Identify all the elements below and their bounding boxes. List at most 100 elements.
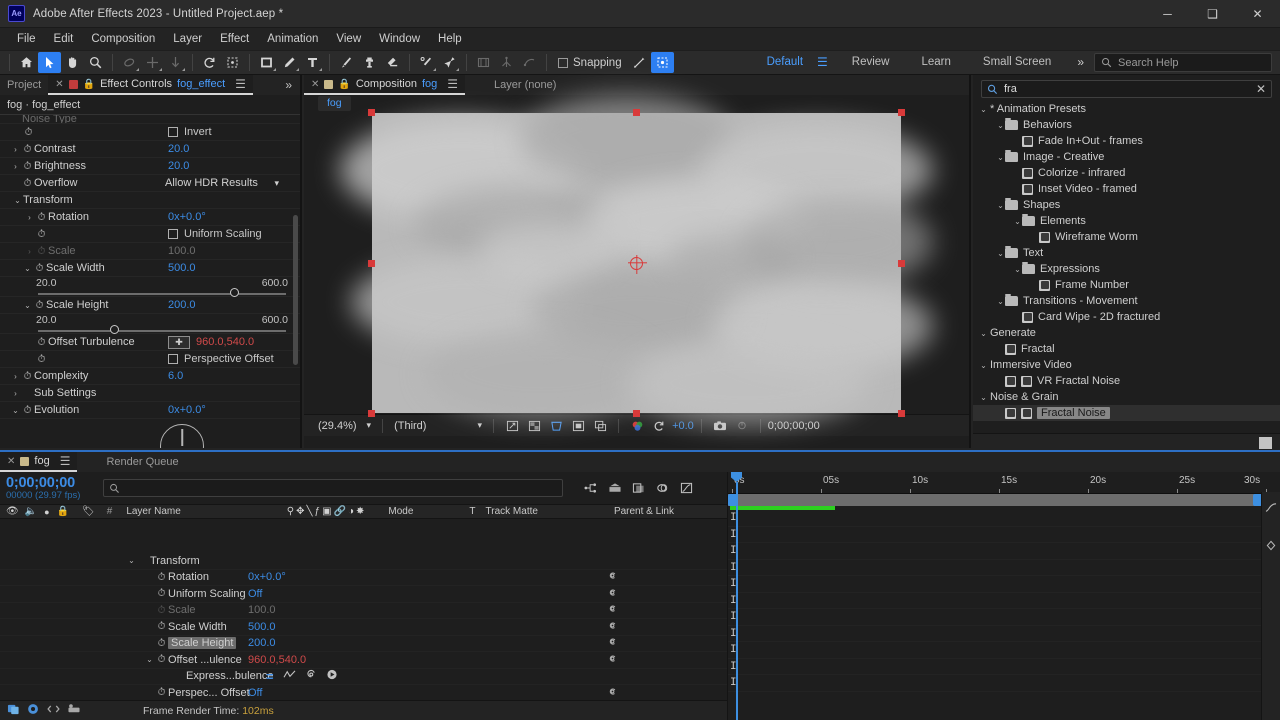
clone-stamp-tool-icon[interactable] <box>358 52 381 73</box>
ec-row-invert[interactable]: ⏱ Invert <box>0 124 300 141</box>
timeline-property-value[interactable]: 0x+0.0° <box>248 571 286 583</box>
menu-animation[interactable]: Animation <box>258 28 327 50</box>
audio-icon[interactable]: 🔈 <box>25 506 37 517</box>
pickwhip-icon[interactable] <box>305 669 317 683</box>
menu-edit[interactable]: Edit <box>45 28 83 50</box>
timeline-track-row[interactable]: I <box>728 626 1280 642</box>
offset-turbulence-picker-icon[interactable]: ✚ <box>168 335 190 349</box>
selection-handle-bc[interactable] <box>633 410 640 417</box>
effects-tree-item[interactable]: Colorize - infrared <box>973 165 1280 181</box>
anchor-point-icon[interactable] <box>630 256 643 270</box>
parent-pickwhip-icon[interactable] <box>607 620 618 634</box>
chevron-right-icon[interactable]: › <box>10 389 21 398</box>
expression-graph-icon[interactable] <box>283 669 296 683</box>
timeline-property-value[interactable]: 960.0,540.0 <box>248 654 306 666</box>
orbit-tool-icon[interactable] <box>198 52 221 73</box>
comp-render-icon[interactable] <box>67 703 81 718</box>
timeline-track-rows[interactable]: IIIIIIIIIII <box>728 510 1280 692</box>
workspace-menu-icon[interactable]: ☰ <box>809 50 836 75</box>
puppet-bend-icon[interactable] <box>518 52 541 73</box>
new-folder-icon[interactable] <box>1259 437 1272 449</box>
slider-knob[interactable] <box>110 325 119 334</box>
chevron-down-icon[interactable]: ⌄ <box>996 249 1005 258</box>
hand-tool-icon[interactable] <box>61 52 84 73</box>
stopwatch-icon[interactable]: ⏱ <box>21 178 34 189</box>
eraser-tool-icon[interactable] <box>381 52 404 73</box>
timeline-property-row[interactable]: ⏱ Scale Height 200.0 <box>0 636 727 652</box>
effects-tree-item[interactable]: ⌄ Behaviors <box>973 117 1280 133</box>
effects-tree-item[interactable]: Wireframe Worm <box>973 229 1280 245</box>
selection-handle-tl[interactable] <box>368 109 375 116</box>
stopwatch-icon[interactable]: ⏱ <box>155 638 168 649</box>
effects-tree-item[interactable]: ⌄ Noise & Grain <box>973 389 1280 405</box>
invert-checkbox[interactable] <box>168 127 178 137</box>
timeline-track-row[interactable]: I <box>728 543 1280 560</box>
menu-composition[interactable]: Composition <box>82 28 164 50</box>
layer-name-header[interactable]: Layer Name <box>126 506 180 517</box>
timeline-property-value[interactable]: 500.0 <box>248 621 276 633</box>
contrast-value[interactable]: 20.0 <box>168 143 189 155</box>
views-grid-icon[interactable] <box>590 417 610 434</box>
panel-menu-icon[interactable]: ☰ <box>60 454 71 468</box>
stopwatch-icon[interactable]: ⏱ <box>33 300 46 311</box>
uniform-scaling-checkbox-group[interactable]: Uniform Scaling <box>168 228 262 240</box>
chevron-down-icon[interactable]: ⌄ <box>1013 217 1022 226</box>
ec-row-offset-turbulence[interactable]: ⏱ Offset Turbulence ✚ 960.0,540.0 <box>0 334 300 351</box>
effects-tree-item[interactable]: ⌄ Generate <box>973 325 1280 341</box>
timeline-track-row[interactable]: I <box>728 675 1280 692</box>
puppet-starch-icon[interactable] <box>495 52 518 73</box>
cti-head[interactable] <box>731 472 742 482</box>
lock-icon[interactable]: 🔒 <box>338 79 350 90</box>
stopwatch-icon[interactable]: ⏱ <box>22 127 35 138</box>
hide-shy-layers-icon[interactable] <box>628 479 649 497</box>
stopwatch-icon[interactable]: ⏱ <box>155 572 168 583</box>
stopwatch-icon[interactable]: ⏱ <box>21 371 34 382</box>
tab-render-queue[interactable]: Render Queue <box>99 452 185 472</box>
zoom-tool-icon[interactable] <box>84 52 107 73</box>
mode-header[interactable]: Mode <box>388 506 413 517</box>
menu-layer[interactable]: Layer <box>164 28 211 50</box>
stopwatch-icon[interactable]: ⏱ <box>35 337 48 348</box>
channel-color-icon[interactable] <box>627 417 647 434</box>
perspective-offset-checkbox[interactable] <box>168 354 178 364</box>
effects-search-field[interactable]: ✕ <box>981 80 1272 98</box>
zoom-level-dropdown[interactable]: (29.4%) ▾ <box>314 420 375 432</box>
timeline-property-value[interactable]: Off <box>248 687 262 699</box>
close-icon[interactable]: ✕ <box>311 79 319 90</box>
selection-handle-ml[interactable] <box>368 259 375 267</box>
workspace-overflow-icon[interactable]: » <box>1067 50 1094 75</box>
menu-window[interactable]: Window <box>370 28 429 50</box>
chevron-down-icon[interactable]: ⌄ <box>979 361 988 370</box>
timeline-track-row[interactable]: I <box>728 642 1280 659</box>
chevron-down-icon[interactable]: ⌄ <box>10 406 21 415</box>
ec-row-brightness[interactable]: › ⏱ Brightness 20.0 <box>0 158 300 175</box>
track-matte-header[interactable]: Track Matte <box>486 506 538 517</box>
evolution-value[interactable]: 0x+0.0° <box>168 404 206 416</box>
scale-height-value[interactable]: 200.0 <box>168 299 196 311</box>
effects-tree-item[interactable]: ⌄ Immersive Video <box>973 357 1280 373</box>
brush-tool-icon[interactable] <box>335 52 358 73</box>
timeline-ruler[interactable]: 0s 05s 10s 15s 20s 25s 30s <box>728 472 1280 494</box>
ec-row-evolution[interactable]: ⌄ ⏱ Evolution 0x+0.0° <box>0 402 300 419</box>
brightness-value[interactable]: 20.0 <box>168 160 189 172</box>
rotation-value[interactable]: 0x+0.0° <box>168 211 206 223</box>
chevron-down-icon[interactable]: ⌄ <box>22 264 33 273</box>
stopwatch-icon[interactable]: ⏱ <box>35 354 48 365</box>
timeline-property-row[interactable]: ⏱ Rotation 0x+0.0° <box>0 570 727 586</box>
ec-row-uniform-scaling[interactable]: ⏱ Uniform Scaling <box>0 226 300 243</box>
effects-tree-item[interactable]: ⌄ Transitions - Movement <box>973 293 1280 309</box>
effects-tree-item[interactable]: ⌄ Expressions <box>973 261 1280 277</box>
selection-handle-bl[interactable] <box>368 410 375 417</box>
snapping-checkbox[interactable] <box>558 57 568 68</box>
label-icon[interactable]: 🏷 <box>82 506 95 517</box>
composition-canvas[interactable] <box>340 95 933 425</box>
timeline-timecode-box[interactable]: 0;00;00;00 00000 (29.97 fps) <box>6 475 102 501</box>
timeline-track-row[interactable]: I <box>728 560 1280 576</box>
workspace-review[interactable]: Review <box>836 50 906 75</box>
lock-icon[interactable]: 🔒 <box>83 79 95 90</box>
parent-link-header[interactable]: Parent & Link <box>614 506 674 517</box>
workspace-default[interactable]: Default <box>751 50 809 75</box>
panel-menu-icon[interactable]: ☰ <box>447 77 458 91</box>
scale-height-slider[interactable]: 20.0 600.0 <box>0 314 300 334</box>
work-area-bar[interactable] <box>728 494 1280 506</box>
